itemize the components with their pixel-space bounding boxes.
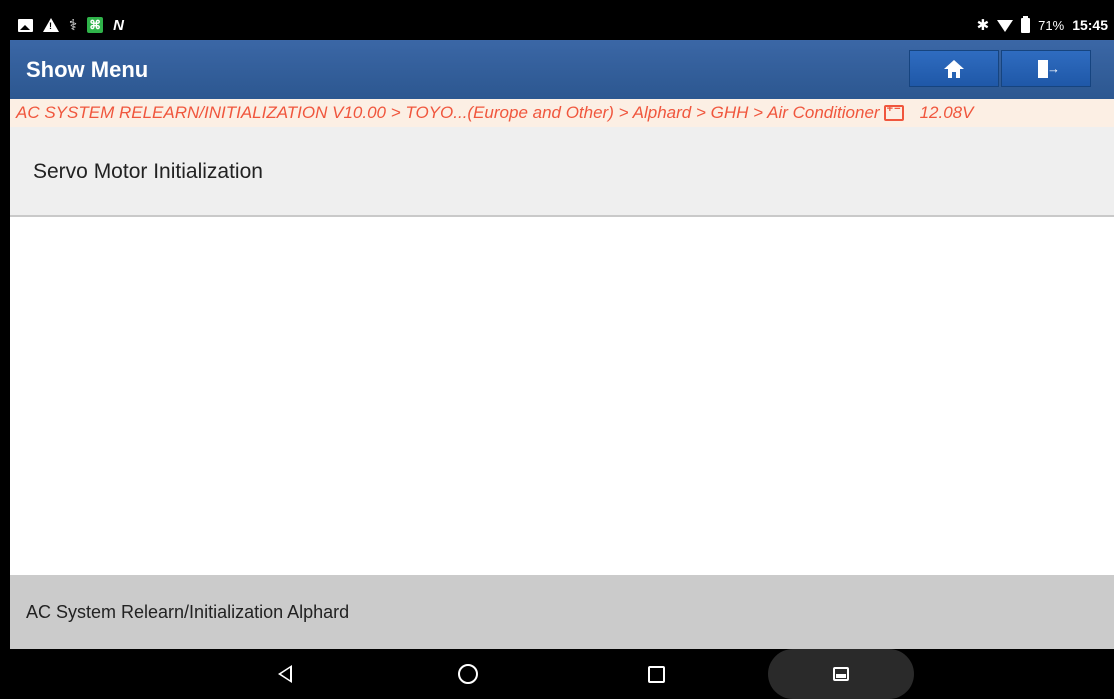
car-battery-icon <box>883 103 904 121</box>
battery-voltage: 12.08V <box>919 103 974 122</box>
menu-item-servo-motor-initialization[interactable]: Servo Motor Initialization <box>10 127 1114 217</box>
exit-icon: → <box>1036 59 1060 79</box>
battery-percent: 71% <box>1038 17 1065 33</box>
n-icon: N <box>113 16 124 34</box>
footer-label: AC System Relearn/Initialization Alphard <box>26 602 350 622</box>
exit-button[interactable]: → <box>1001 50 1091 87</box>
status-right-icons: ✱ 71% 15:45 <box>977 10 1108 40</box>
app-icon: ⌘ <box>87 17 104 33</box>
title-bar: Show Menu → <box>10 40 1114 99</box>
warning-icon: ! <box>43 18 59 32</box>
battery-icon <box>1021 15 1031 33</box>
navigation-bar <box>10 649 1114 699</box>
stethoscope-icon: ⚕ <box>69 17 78 34</box>
screen: ! ⚕ ⌘ N ✱ 71% 15:45 Show Menu → AC SYSTE… <box>10 10 1114 699</box>
status-bar: ! ⚕ ⌘ N ✱ 71% 15:45 <box>10 10 1114 40</box>
image-icon <box>18 18 33 32</box>
wifi-icon <box>997 20 1014 32</box>
home-circle-icon <box>458 664 478 684</box>
bluetooth-icon: ✱ <box>976 17 990 34</box>
home-icon <box>944 59 964 78</box>
breadcrumb-path: AC SYSTEM RELEARN/INITIALIZATION V10.00 … <box>16 103 880 122</box>
breadcrumb: AC SYSTEM RELEARN/INITIALIZATION V10.00 … <box>10 99 1114 127</box>
clock: 15:45 <box>1072 17 1108 33</box>
home-button[interactable] <box>909 50 999 87</box>
back-button[interactable] <box>265 649 305 699</box>
gallery-button[interactable] <box>768 649 914 699</box>
recent-apps-icon <box>647 665 665 683</box>
nav-home-button[interactable] <box>448 649 488 699</box>
gallery-icon <box>833 667 849 681</box>
back-icon <box>278 665 292 683</box>
recent-apps-button[interactable] <box>636 649 676 699</box>
footer-info-bar: AC System Relearn/Initialization Alphard <box>10 575 1114 649</box>
device-frame: ! ⚕ ⌘ N ✱ 71% 15:45 Show Menu → AC SYSTE… <box>0 0 1114 699</box>
page-title: Show Menu <box>26 57 149 82</box>
menu-item-label: Servo Motor Initialization <box>33 160 263 183</box>
status-left-icons: ! ⚕ ⌘ N <box>18 10 124 40</box>
